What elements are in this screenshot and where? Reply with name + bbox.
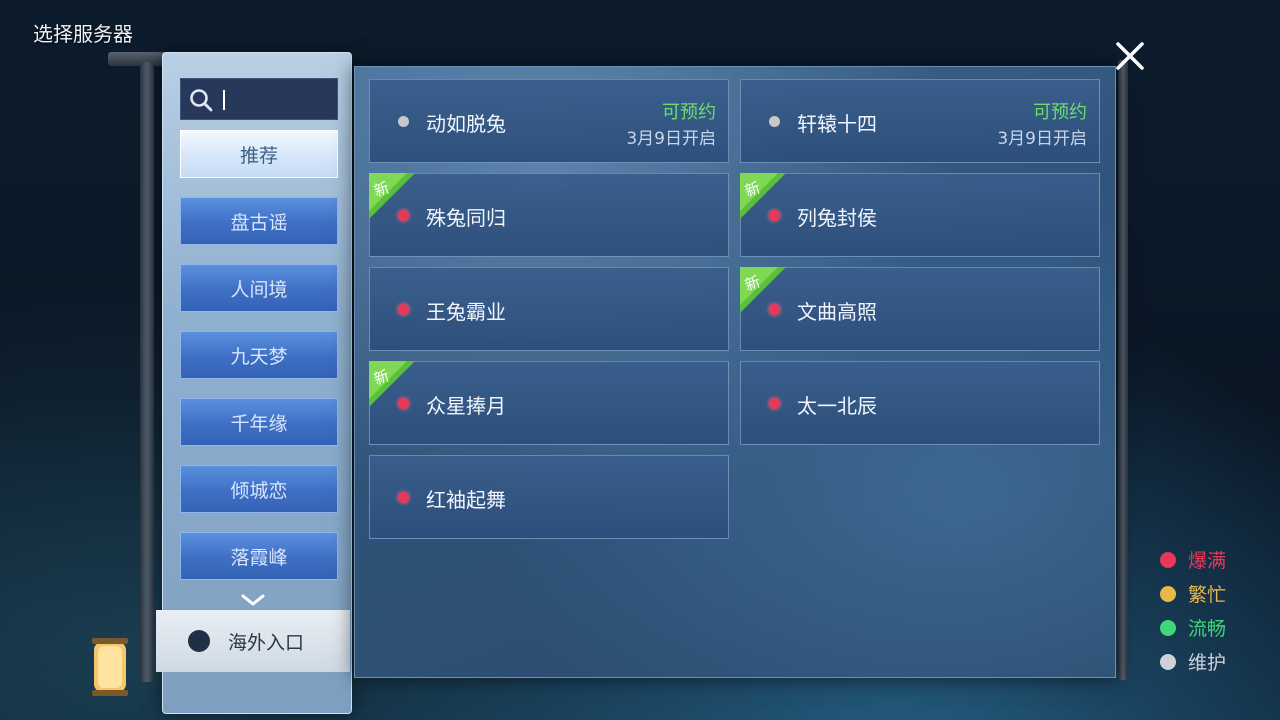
lantern-decoration bbox=[92, 638, 128, 696]
legend-dot bbox=[1160, 653, 1176, 670]
category-tab[interactable]: 九天梦 bbox=[180, 331, 338, 379]
category-tab[interactable]: 人间境 bbox=[180, 264, 338, 312]
server-card[interactable]: 众星捧月新 bbox=[369, 361, 729, 445]
server-name: 红袖起舞 bbox=[426, 488, 506, 512]
server-name: 文曲高照 bbox=[797, 300, 877, 324]
server-name: 王兔霸业 bbox=[426, 300, 506, 324]
legend-item: 维护 bbox=[1160, 648, 1226, 675]
category-tab[interactable]: 倾城恋 bbox=[180, 465, 338, 513]
scroll-rod-left-decoration bbox=[140, 62, 154, 682]
legend-dot bbox=[1160, 585, 1176, 602]
server-card[interactable]: 王兔霸业 bbox=[369, 267, 729, 351]
open-date: 3月9日开启 bbox=[626, 129, 716, 149]
legend-label: 爆满 bbox=[1188, 550, 1227, 572]
overseas-entry-button[interactable]: 海外入口 bbox=[156, 610, 350, 672]
open-date: 3月9日开启 bbox=[997, 129, 1087, 149]
category-list: 推荐盘古谣人间境九天梦千年缘倾城恋落霞峰 bbox=[180, 130, 338, 608]
server-card[interactable]: 动如脱兔 可预约 3月9日开启 bbox=[369, 79, 729, 163]
server-card[interactable]: 轩辕十四 可预约 3月9日开启 bbox=[740, 79, 1100, 163]
server-status-dot bbox=[398, 492, 409, 503]
category-tab[interactable]: 千年缘 bbox=[180, 398, 338, 446]
chevron-down-icon[interactable] bbox=[240, 592, 266, 608]
new-badge: 新 bbox=[740, 267, 786, 313]
legend-label: 繁忙 bbox=[1188, 584, 1227, 606]
text-caret bbox=[223, 90, 225, 110]
reserve-label: 可预约 bbox=[662, 102, 716, 123]
server-name: 列兔封侯 bbox=[797, 206, 877, 230]
legend-item: 繁忙 bbox=[1160, 580, 1226, 607]
category-tab[interactable]: 盘古谣 bbox=[180, 197, 338, 245]
server-name: 太一北辰 bbox=[797, 394, 877, 418]
new-badge: 新 bbox=[369, 173, 415, 219]
page-title: 选择服务器 bbox=[33, 22, 133, 46]
server-name: 动如脱兔 bbox=[426, 112, 506, 136]
legend-dot bbox=[1160, 619, 1176, 636]
server-status-dot bbox=[769, 116, 780, 127]
server-status-dot bbox=[398, 116, 409, 127]
legend-dot bbox=[1160, 551, 1176, 568]
legend-item: 爆满 bbox=[1160, 546, 1226, 573]
server-name: 轩辕十四 bbox=[797, 112, 877, 136]
legend-label: 维护 bbox=[1188, 652, 1227, 674]
server-card[interactable]: 太一北辰 bbox=[740, 361, 1100, 445]
category-tab[interactable]: 落霞峰 bbox=[180, 532, 338, 580]
search-icon bbox=[190, 89, 213, 112]
new-badge: 新 bbox=[369, 361, 415, 407]
server-card[interactable]: 列兔封侯新 bbox=[740, 173, 1100, 257]
server-name: 众星捧月 bbox=[426, 394, 506, 418]
server-status-dot bbox=[769, 398, 780, 409]
legend-label: 流畅 bbox=[1188, 618, 1227, 640]
legend-item: 流畅 bbox=[1160, 614, 1226, 641]
server-search-input[interactable] bbox=[180, 78, 338, 120]
scroll-cap-decoration bbox=[108, 52, 170, 66]
overseas-status-dot bbox=[188, 630, 210, 652]
new-badge: 新 bbox=[740, 173, 786, 219]
reserve-label: 可预约 bbox=[1033, 102, 1087, 123]
category-tab[interactable]: 推荐 bbox=[180, 130, 338, 178]
server-card[interactable]: 红袖起舞 bbox=[369, 455, 729, 539]
scroll-rod-right-decoration bbox=[1118, 60, 1128, 680]
server-card[interactable]: 殊兔同归新 bbox=[369, 173, 729, 257]
server-list-panel: 动如脱兔 可预约 3月9日开启 轩辕十四 可预约 3月9日开启 殊兔同归新列兔封侯新王兔霸业… bbox=[354, 66, 1116, 678]
server-card[interactable]: 文曲高照新 bbox=[740, 267, 1100, 351]
server-status-dot bbox=[398, 304, 409, 315]
close-icon[interactable] bbox=[1112, 38, 1148, 74]
server-name: 殊兔同归 bbox=[426, 206, 506, 230]
overseas-label: 海外入口 bbox=[228, 631, 305, 654]
